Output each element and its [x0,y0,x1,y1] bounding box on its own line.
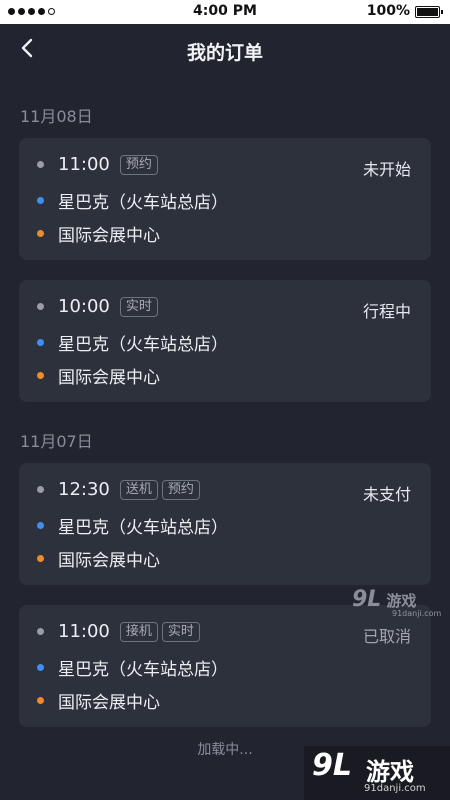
end-point-dot-icon [37,555,44,562]
time-dot-icon [37,486,44,493]
end-point-dot-icon [37,697,44,704]
start-point-dot-icon [37,522,44,529]
watermark-logo-mark: 9L [352,587,382,612]
order-status: 已取消 [362,627,411,646]
order-start-location: 星巴克（火车站总店） [58,660,228,680]
start-point-dot-icon [37,664,44,671]
order-end-location: 国际会展中心 [58,693,160,713]
start-point-dot-icon [37,197,44,204]
navigation-bar: 我的订单 [0,24,450,76]
page-title: 我的订单 [186,42,263,64]
order-start-row: 星巴克（火车站总店） [37,513,228,538]
date-header: 11月08日 [20,107,93,126]
order-time-row: 11:00 接机 实时 [37,621,204,642]
watermark-site: 91danji.com [392,609,442,618]
order-end-location: 国际会展中心 [58,226,160,246]
battery-percentage: 100% [366,3,410,19]
order-tag: 接机 [119,621,158,642]
order-end-location: 国际会展中心 [58,368,160,388]
order-start-location: 星巴克（火车站总店） [58,518,228,538]
order-tag: 实时 [119,296,158,317]
order-tag: 预约 [161,479,200,500]
order-end-row: 国际会展中心 [37,688,160,713]
order-time: 11:00 [58,154,110,175]
battery-icon [415,6,443,18]
order-end-location: 国际会展中心 [58,551,160,571]
order-card[interactable]: 12:30 送机 预约 未支付 星巴克（火车站总店） 国际会展中心 [19,463,431,585]
watermark-brand: 游戏 [366,758,414,786]
time-dot-icon [37,161,44,168]
order-start-row: 星巴克（火车站总店） [37,330,228,355]
watermark-logo: 9L 游戏 91danji.com [352,587,444,623]
order-status: 未支付 [362,485,411,504]
time-dot-icon [37,303,44,310]
order-card[interactable]: 10:00 实时 行程中 星巴克（火车站总店） 国际会展中心 [19,280,431,402]
order-tag: 实时 [161,621,200,642]
order-status: 未开始 [362,160,411,179]
status-bar: 4:00 PM 100% [0,0,450,24]
order-start-location: 星巴克（火车站总店） [58,193,228,213]
order-time: 10:00 [58,296,110,317]
end-point-dot-icon [37,230,44,237]
order-tag: 预约 [119,154,158,175]
order-end-row: 国际会展中心 [37,546,160,571]
start-point-dot-icon [37,339,44,346]
order-time: 12:30 [58,479,110,500]
watermark-corner-logo: 9L 游戏 91danji.com [304,746,450,800]
order-time: 11:00 [58,621,110,642]
order-start-row: 星巴克（火车站总店） [37,655,228,680]
order-status: 行程中 [362,302,411,321]
order-card[interactable]: 11:00 预约 未开始 星巴克（火车站总店） 国际会展中心 [19,138,431,260]
end-point-dot-icon [37,372,44,379]
watermark-brand: 游戏 [386,592,417,610]
order-time-row: 11:00 预约 [37,154,162,175]
order-time-row: 12:30 送机 预约 [37,479,204,500]
order-end-row: 国际会展中心 [37,221,160,246]
order-time-row: 10:00 实时 [37,296,162,317]
order-tag: 送机 [119,479,158,500]
order-start-location: 星巴克（火车站总店） [58,335,228,355]
time-dot-icon [37,628,44,635]
order-start-row: 星巴克（火车站总店） [37,188,228,213]
date-header: 11月07日 [20,432,93,451]
order-end-row: 国际会展中心 [37,363,160,388]
watermark-logo-mark: 9L [312,748,352,783]
watermark-site: 91danji.com [364,783,426,794]
order-card[interactable]: 11:00 接机 实时 已取消 星巴克（火车站总店） 国际会展中心 [19,605,431,727]
